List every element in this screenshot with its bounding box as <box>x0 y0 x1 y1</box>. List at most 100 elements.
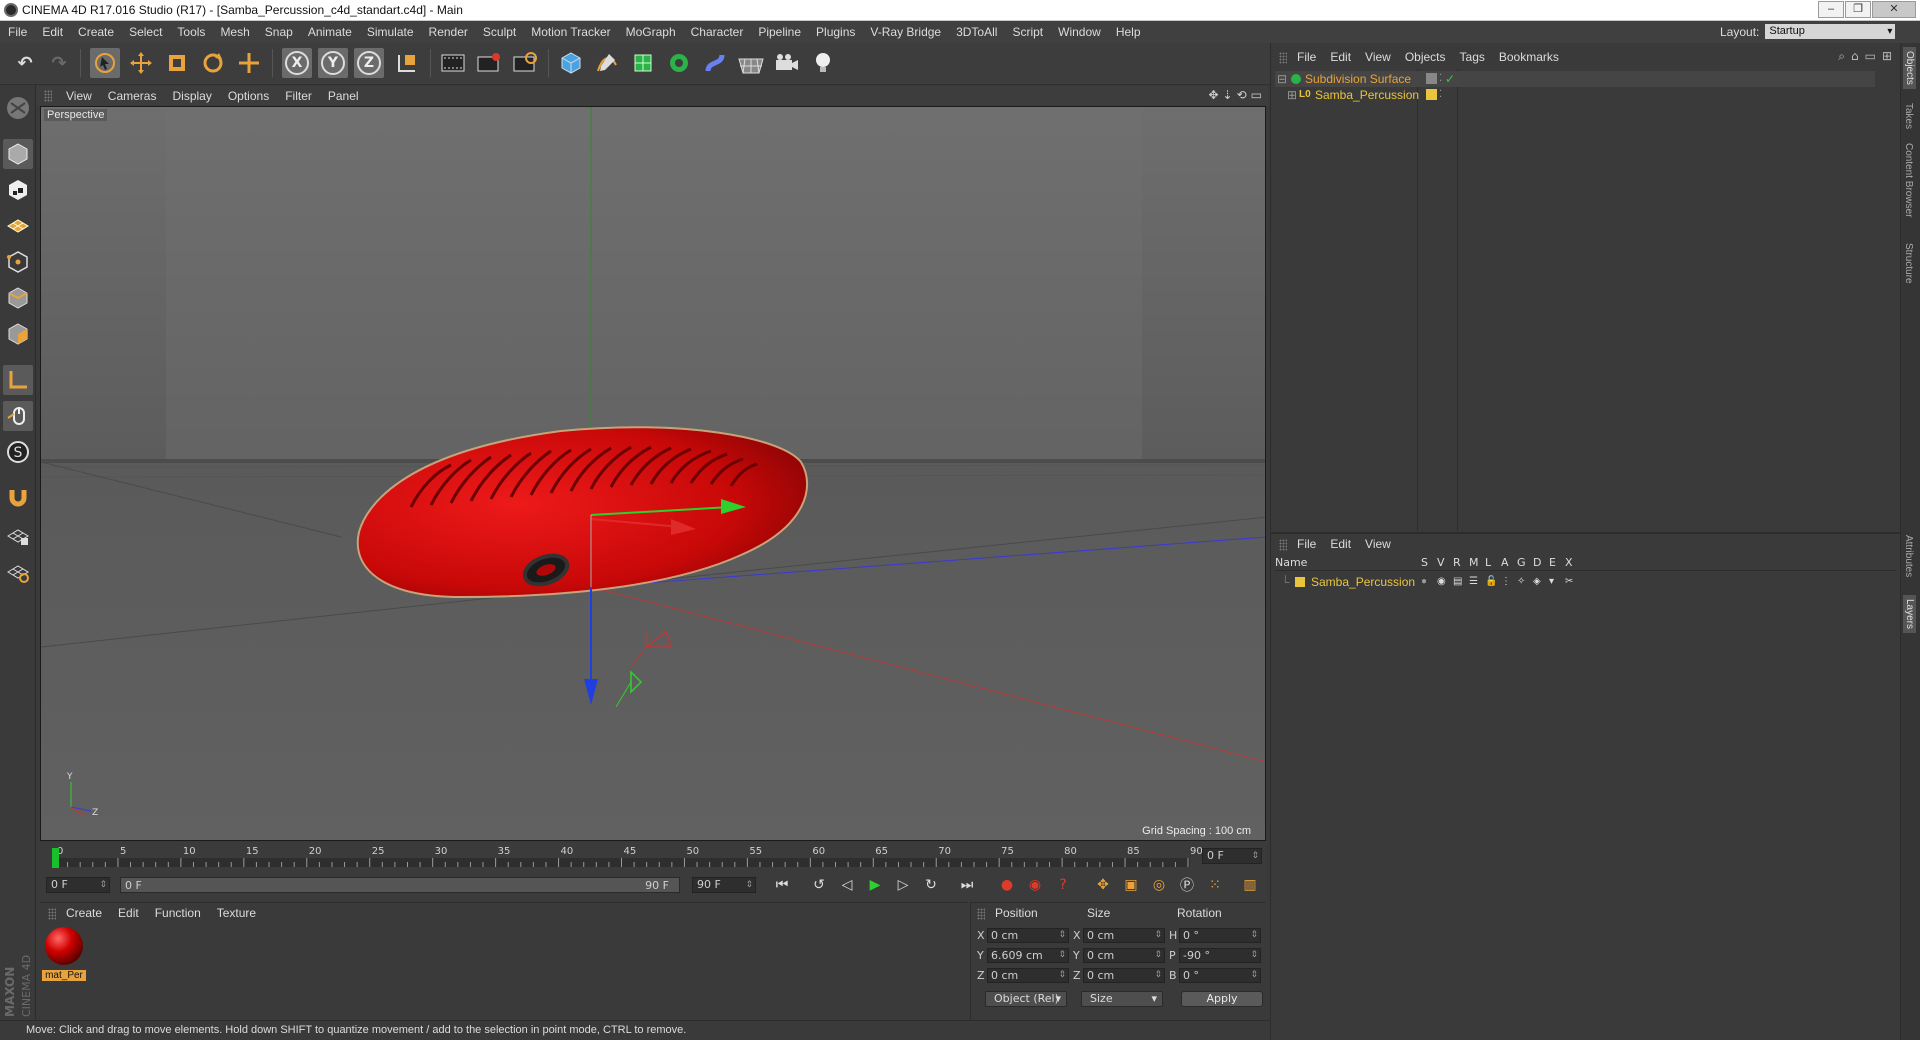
record-keys-icon[interactable]: ● <box>995 873 1019 897</box>
layers-menu-file[interactable]: File <box>1297 537 1316 551</box>
layer-row[interactable]: └ Samba_Percussion ● ◉ ▤ ☰ 🔓 ⋮ ✧ ◈ ▾ ✂ <box>1275 574 1897 590</box>
tab-attributes[interactable]: Attributes <box>1903 535 1914 577</box>
tweak-mode-icon[interactable] <box>3 401 33 431</box>
key-parameter-icon[interactable]: Ⓟ <box>1175 873 1199 897</box>
objects-menu-tags[interactable]: Tags <box>1460 50 1485 64</box>
objects-menu-view[interactable]: View <box>1365 50 1391 64</box>
objects-menu-objects[interactable]: Objects <box>1405 50 1446 64</box>
workplane-mode-icon[interactable] <box>3 211 33 241</box>
make-editable-icon[interactable] <box>3 93 33 123</box>
tab-content-browser[interactable]: Content Browser <box>1903 143 1914 217</box>
position-z-field[interactable]: 0 cm <box>987 968 1069 983</box>
autokey-icon[interactable]: ◉ <box>1023 873 1047 897</box>
menu-character[interactable]: Character <box>691 25 744 39</box>
render-picture-viewer-icon[interactable] <box>474 48 504 78</box>
eye-icon[interactable]: ◉ <box>1437 574 1446 590</box>
panel-expand-icon[interactable]: ⊞ <box>1882 49 1892 64</box>
key-rotation-icon[interactable]: ◎ <box>1147 873 1171 897</box>
end-frame-field[interactable]: 90 F <box>692 877 756 893</box>
light-icon[interactable] <box>808 48 838 78</box>
pen-spline-icon[interactable] <box>592 48 622 78</box>
object-row-subdivision-surface[interactable]: ⊟ Subdivision Surface ⁚ ✓ <box>1275 71 1875 87</box>
xref-icon[interactable]: ✂ <box>1565 574 1573 590</box>
coordinate-mode-dropdown[interactable]: Object (Rel) <box>985 991 1067 1007</box>
enabled-check-icon[interactable]: ✓ <box>1445 71 1455 87</box>
layout-dropdown[interactable]: Startup <box>1765 24 1896 39</box>
apply-button[interactable]: Apply <box>1181 991 1263 1007</box>
render-view-icon[interactable] <box>438 48 468 78</box>
viewport-menu-options[interactable]: Options <box>228 89 269 103</box>
viewport-rotate-icon[interactable]: ⟲ <box>1237 88 1247 102</box>
render-icon[interactable]: ▤ <box>1453 574 1462 590</box>
layer-tag-icon[interactable] <box>1426 73 1437 84</box>
tab-layers[interactable]: Layers <box>1903 595 1916 634</box>
menu-mograph[interactable]: MoGraph <box>626 25 676 39</box>
expression-icon[interactable]: ▾ <box>1549 574 1554 590</box>
polygons-mode-icon[interactable] <box>3 319 33 349</box>
menu-edit[interactable]: Edit <box>42 25 63 39</box>
menu-snap[interactable]: Snap <box>265 25 293 39</box>
playhead-marker[interactable] <box>52 848 59 868</box>
menu-simulate[interactable]: Simulate <box>367 25 414 39</box>
preview-range-slider[interactable]: 0 F 90 F <box>120 877 680 893</box>
current-frame-field[interactable]: 0 F <box>1202 848 1262 864</box>
snapping-icon[interactable]: S <box>3 437 33 467</box>
menu-window[interactable]: Window <box>1058 25 1101 39</box>
menu-3dtoall[interactable]: 3DToAll <box>956 25 997 39</box>
viewport-menu-display[interactable]: Display <box>172 89 211 103</box>
rotation-b-field[interactable]: 0 ° <box>1179 968 1261 983</box>
close-button[interactable]: ✕ <box>1872 1 1916 18</box>
next-frame-icon[interactable]: ▷ <box>891 873 915 897</box>
material-swatch[interactable]: mat_Per <box>42 925 86 985</box>
tab-structure[interactable]: Structure <box>1903 243 1914 284</box>
menu-tools[interactable]: Tools <box>177 25 205 39</box>
goto-start-icon[interactable]: ⏮ <box>770 873 794 897</box>
camera-icon[interactable] <box>772 48 802 78</box>
edges-mode-icon[interactable] <box>3 283 33 313</box>
viewport-zoom-icon[interactable]: ⇣ <box>1223 88 1233 102</box>
object-row-samba-percussion[interactable]: ⊞ L0 Samba_Percussion ⁚ <box>1275 87 1875 103</box>
position-y-field[interactable]: 6.609 cm <box>987 948 1069 963</box>
menu-render[interactable]: Render <box>429 25 468 39</box>
deformer-icon[interactable] <box>700 48 730 78</box>
last-tool-icon[interactable] <box>234 48 264 78</box>
expand-toggle-icon[interactable]: ⊞ <box>1287 87 1297 103</box>
objects-menu-bookmarks[interactable]: Bookmarks <box>1499 50 1559 64</box>
size-y-field[interactable]: 0 cm <box>1083 948 1165 963</box>
menu-vray-bridge[interactable]: V-Ray Bridge <box>870 25 941 39</box>
menu-animate[interactable]: Animate <box>308 25 352 39</box>
layer-color-swatch[interactable] <box>1295 577 1305 587</box>
model-mode-icon[interactable] <box>3 139 33 169</box>
viewport-maximize-icon[interactable]: ▭ <box>1251 88 1262 102</box>
locked-workplane-icon[interactable] <box>3 521 33 551</box>
layers-menu-edit[interactable]: Edit <box>1330 537 1351 551</box>
prev-frame-icon[interactable]: ◁ <box>835 873 859 897</box>
redo-icon[interactable]: ↷ <box>44 48 74 78</box>
coordinate-system-icon[interactable] <box>392 48 422 78</box>
scale-icon[interactable] <box>162 48 192 78</box>
new-view-icon[interactable]: ▭ <box>1865 49 1876 64</box>
material-menu-function[interactable]: Function <box>155 906 201 920</box>
layers-menu-view[interactable]: View <box>1365 537 1391 551</box>
viewport-pan-icon[interactable]: ✥ <box>1208 88 1218 102</box>
tab-objects[interactable]: Objects <box>1903 47 1916 89</box>
menu-pipeline[interactable]: Pipeline <box>758 25 801 39</box>
start-frame-field[interactable]: 0 F <box>46 877 110 893</box>
lock-icon[interactable]: 🔓 <box>1485 574 1497 590</box>
move-icon[interactable] <box>126 48 156 78</box>
menu-create[interactable]: Create <box>78 25 114 39</box>
viewport-menu-filter[interactable]: Filter <box>285 89 312 103</box>
deformer-toggle-icon[interactable]: ◈ <box>1533 574 1541 590</box>
key-scale-icon[interactable]: ▣ <box>1119 873 1143 897</box>
rotation-p-field[interactable]: -90 ° <box>1179 948 1261 963</box>
size-z-field[interactable]: 0 cm <box>1083 968 1165 983</box>
collapse-toggle-icon[interactable]: ⊟ <box>1277 71 1287 87</box>
undo-icon[interactable]: ↶ <box>10 48 40 78</box>
viewport-menu-cameras[interactable]: Cameras <box>108 89 157 103</box>
texture-mode-icon[interactable] <box>3 175 33 205</box>
generator-icon[interactable]: ✧ <box>1517 574 1525 590</box>
magnet-icon[interactable] <box>3 483 33 513</box>
key-position-icon[interactable]: ✥ <box>1091 873 1115 897</box>
rotate-icon[interactable] <box>198 48 228 78</box>
menu-plugins[interactable]: Plugins <box>816 25 855 39</box>
